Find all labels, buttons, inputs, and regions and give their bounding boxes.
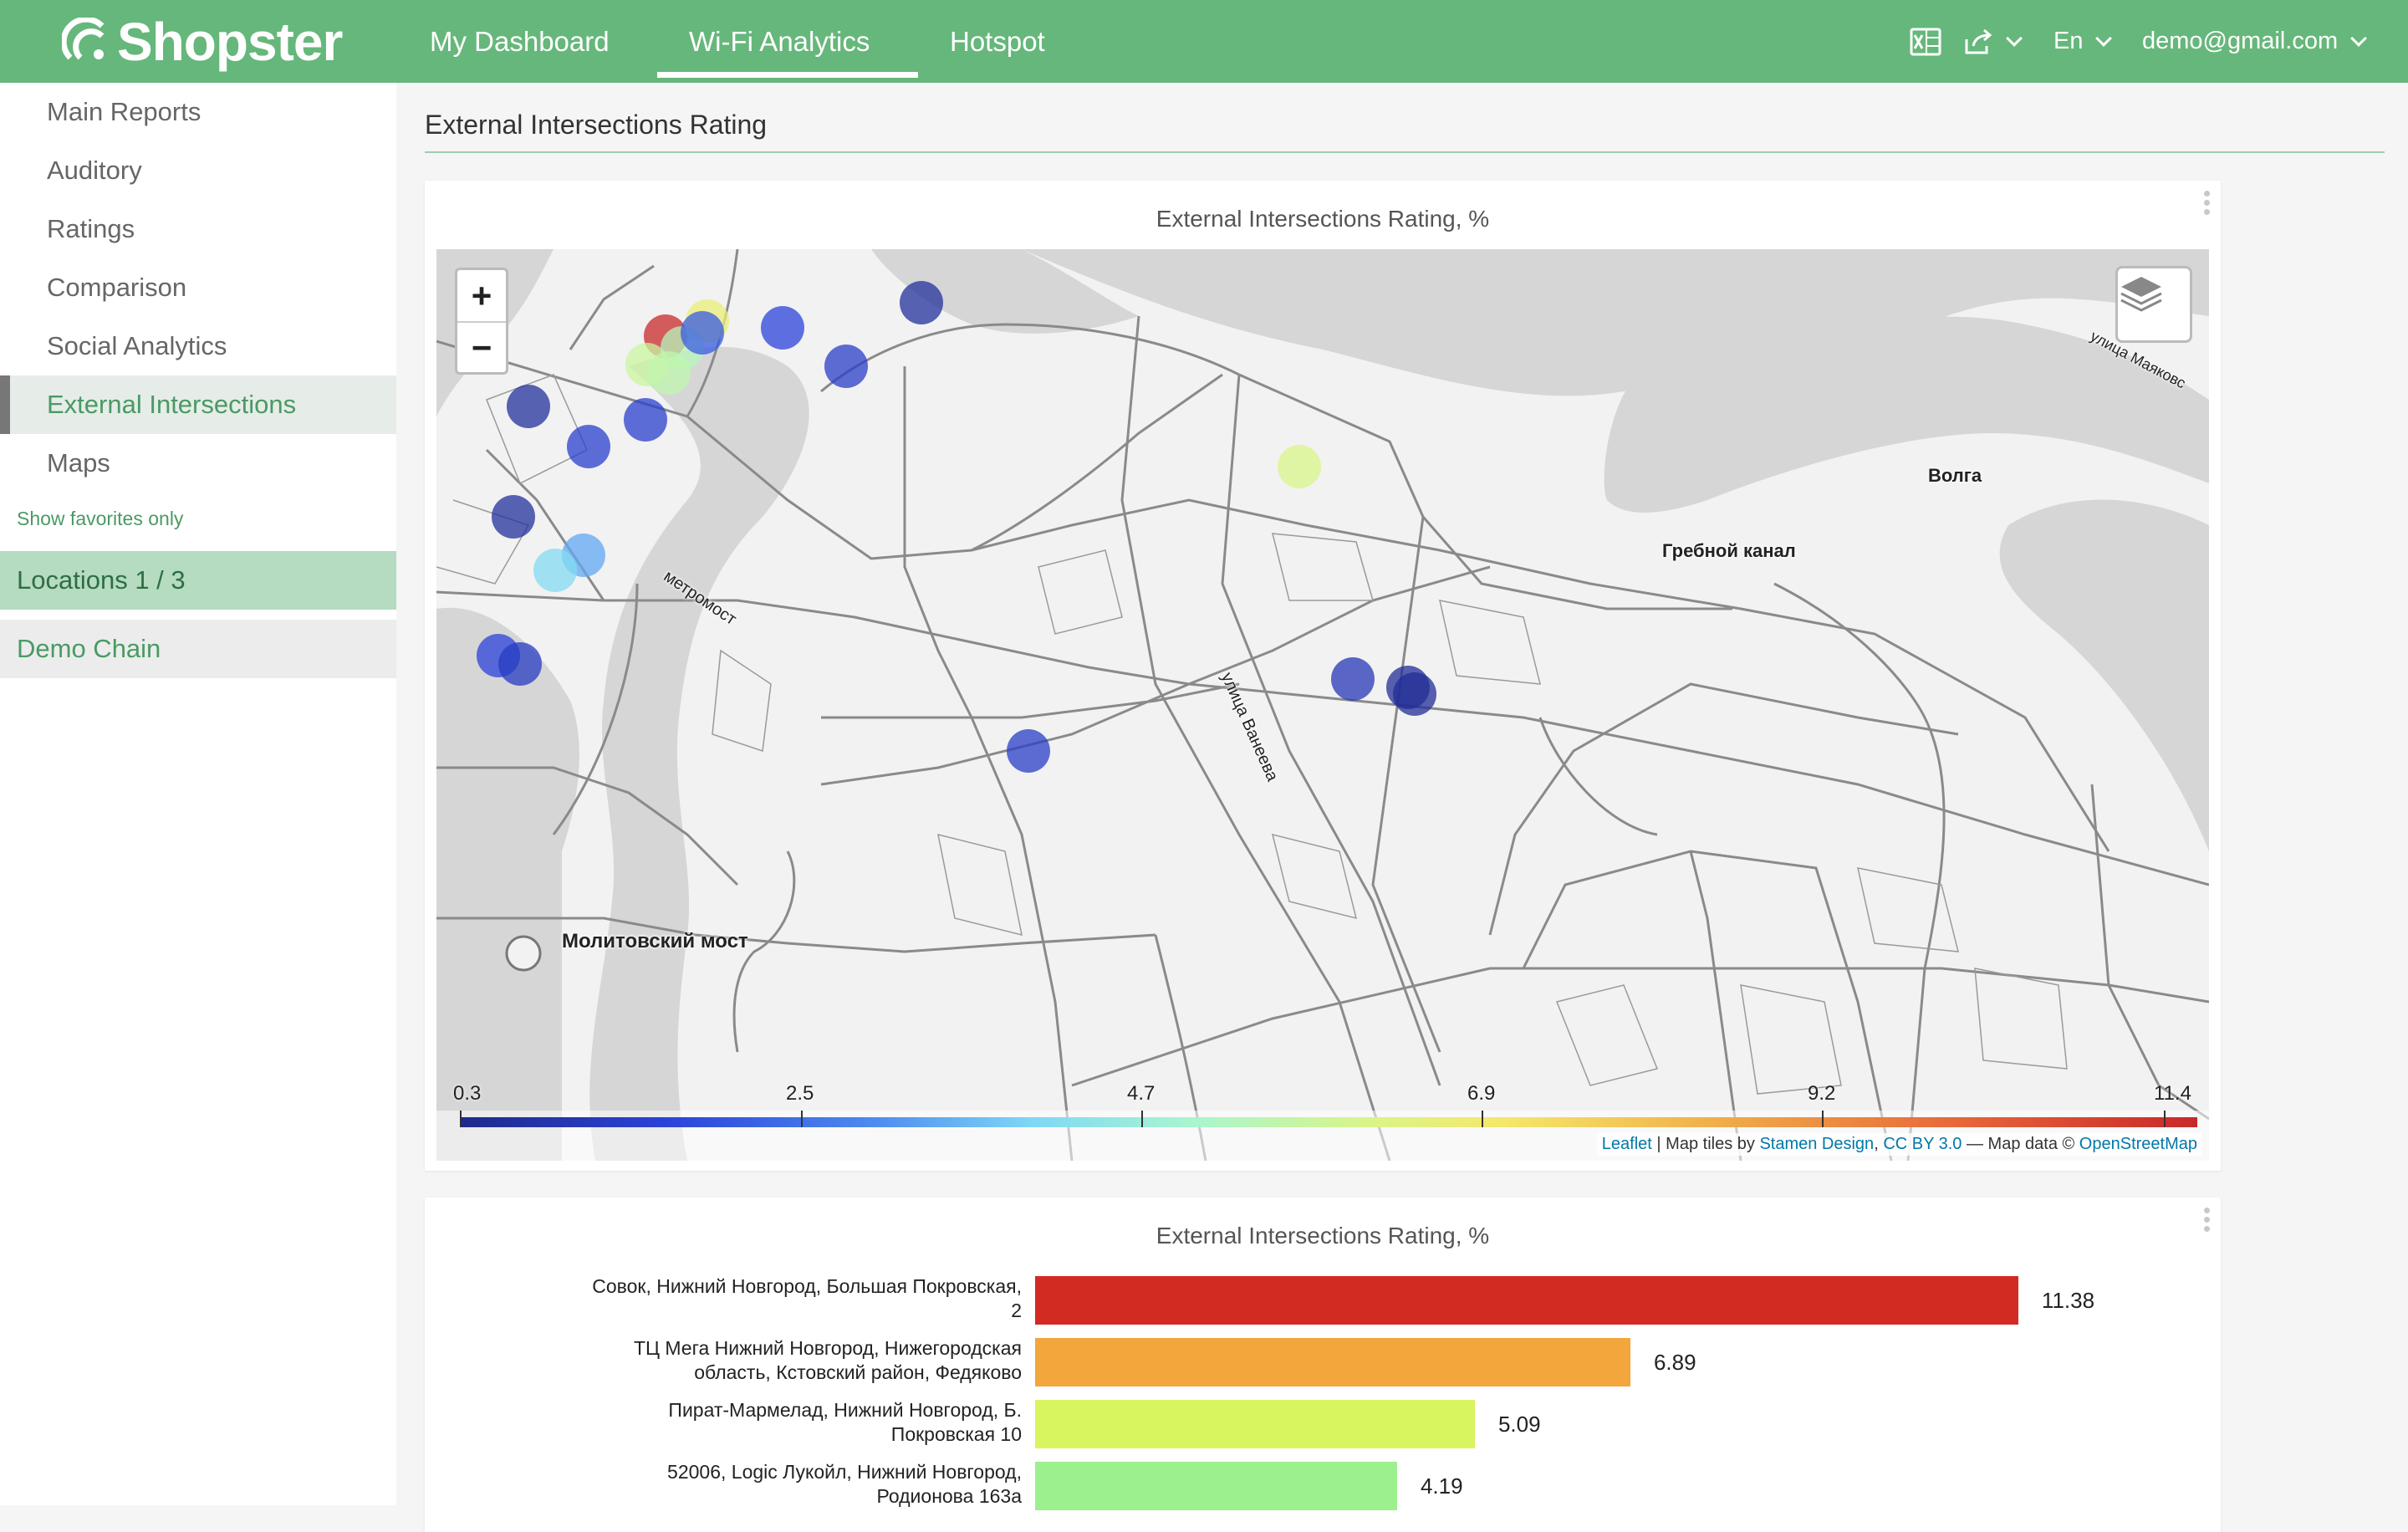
bar[interactable] bbox=[1035, 1462, 1397, 1510]
chain-selector[interactable]: Demo Chain bbox=[0, 620, 396, 678]
rating-point-marker[interactable] bbox=[624, 398, 667, 442]
title-divider bbox=[425, 151, 2385, 153]
bar[interactable] bbox=[1035, 1338, 1630, 1386]
sidebar: Main Reports Auditory Ratings Comparison… bbox=[0, 83, 396, 1505]
language-label: En bbox=[2053, 28, 2084, 54]
rating-points-layer bbox=[477, 281, 1436, 773]
rating-point-marker[interactable] bbox=[1331, 657, 1375, 701]
map-label-grebnoy: Гребной канал bbox=[1662, 540, 1796, 561]
active-nav-indicator bbox=[657, 72, 918, 78]
user-email: demo@gmail.com bbox=[2142, 28, 2339, 54]
rating-point-marker[interactable] bbox=[567, 425, 610, 468]
bar-value-label: 5.09 bbox=[1497, 1412, 1541, 1437]
rating-point-marker[interactable] bbox=[681, 311, 724, 355]
colorbar-tick bbox=[2164, 1111, 2166, 1127]
user-menu[interactable]: demo@gmail.com bbox=[2142, 0, 2368, 83]
colorbar-tick bbox=[1141, 1111, 1143, 1127]
rating-point-marker[interactable] bbox=[533, 549, 577, 592]
wifi-logo-icon bbox=[60, 16, 110, 66]
page-title: External Intersections Rating bbox=[425, 110, 768, 140]
bar-category-label: Совок, Нижний Новгород, Большая Покровск… bbox=[592, 1275, 1022, 1321]
rating-point-marker[interactable] bbox=[1393, 672, 1436, 716]
stamen-link[interactable]: Stamen Design bbox=[1759, 1135, 1874, 1153]
rating-point-marker[interactable] bbox=[1278, 445, 1321, 488]
show-favorites-link[interactable]: Show favorites only bbox=[17, 508, 183, 530]
chevron-down-icon bbox=[2006, 29, 2023, 47]
sidebar-item-external-intersections[interactable]: External Intersections bbox=[0, 375, 396, 434]
bar-category-label: 52006, Logic Лукойл, Нижний Новгород, Род… bbox=[667, 1461, 1022, 1507]
map-view[interactable]: + − Волга Гребной канал метромост Молито… bbox=[436, 249, 2209, 1161]
chevron-down-icon bbox=[2350, 29, 2368, 47]
colorbar-label: 4.7 bbox=[1127, 1082, 1156, 1105]
rating-point-marker[interactable] bbox=[1007, 729, 1050, 773]
color-scale-bar bbox=[460, 1117, 2197, 1127]
colorbar-tick bbox=[1482, 1111, 1483, 1127]
sidebar-item-auditory[interactable]: Auditory bbox=[0, 141, 396, 200]
rating-point-marker[interactable] bbox=[507, 385, 550, 428]
osm-link[interactable]: OpenStreetMap bbox=[2079, 1135, 2197, 1153]
colorbar-label: 0.3 bbox=[453, 1082, 482, 1105]
bar[interactable] bbox=[1035, 1276, 2018, 1325]
colorbar-label: 6.9 bbox=[1467, 1082, 1496, 1105]
colorbar-label: 2.5 bbox=[786, 1082, 814, 1105]
sidebar-item-maps[interactable]: Maps bbox=[0, 434, 396, 493]
rating-point-marker[interactable] bbox=[498, 642, 542, 686]
rating-point-marker[interactable] bbox=[900, 281, 943, 324]
nav-wifi-analytics[interactable]: Wi-Fi Analytics bbox=[689, 0, 870, 83]
nav-my-dashboard[interactable]: My Dashboard bbox=[430, 0, 610, 83]
map-card: External Intersections Rating, % + − Вол… bbox=[425, 181, 2221, 1171]
colorbar-label: 9.2 bbox=[1808, 1082, 1836, 1105]
colorbar-tick bbox=[460, 1111, 462, 1127]
attribution-text: , bbox=[1874, 1135, 1884, 1153]
zoom-out-button[interactable]: − bbox=[457, 321, 506, 372]
bar-value-label: 11.38 bbox=[2041, 1288, 2095, 1313]
sidebar-item-comparison[interactable]: Comparison bbox=[0, 258, 396, 317]
bar-chart-title: External Intersections Rating, % bbox=[1156, 1223, 1490, 1249]
leaflet-link[interactable]: Leaflet bbox=[1602, 1135, 1652, 1153]
top-navbar: Shopster My Dashboard Wi-Fi Analytics Ho… bbox=[0, 0, 2408, 83]
map-attribution: Leaflet | Map tiles by Stamen Design, CC… bbox=[1596, 1133, 2202, 1156]
colorbar-label: 11.4 bbox=[2154, 1082, 2191, 1105]
colorbar-tick bbox=[1822, 1111, 1824, 1127]
layers-icon[interactable] bbox=[2115, 266, 2192, 343]
bar-value-label: 4.19 bbox=[1420, 1473, 1463, 1499]
sidebar-item-social-analytics[interactable]: Social Analytics bbox=[0, 317, 396, 375]
map-label-volga: Волга bbox=[1928, 465, 1982, 486]
locations-selector[interactable]: Locations 1 / 3 bbox=[0, 551, 396, 610]
share-icon[interactable] bbox=[1963, 0, 2023, 83]
rating-point-marker[interactable] bbox=[647, 351, 691, 395]
sidebar-item-main-reports[interactable]: Main Reports bbox=[0, 83, 396, 141]
colorbar-tick bbox=[801, 1111, 803, 1127]
more-options-icon[interactable] bbox=[2204, 1208, 2211, 1236]
map-card-title: External Intersections Rating, % bbox=[1156, 206, 1490, 232]
logo[interactable]: Shopster bbox=[60, 12, 343, 72]
zoom-control: + − bbox=[455, 268, 508, 375]
zoom-in-button[interactable]: + bbox=[457, 270, 506, 321]
ccby-link[interactable]: CC BY 3.0 bbox=[1883, 1135, 1962, 1153]
sidebar-item-ratings[interactable]: Ratings bbox=[0, 200, 396, 258]
bar-chart-card: External Intersections Rating, % Совок, … bbox=[425, 1198, 2221, 1532]
rating-point-marker[interactable] bbox=[824, 345, 868, 388]
map-label-molitovsky: Молитовский мост bbox=[562, 930, 748, 952]
nav-hotspot[interactable]: Hotspot bbox=[950, 0, 1045, 83]
bar[interactable] bbox=[1035, 1400, 1475, 1448]
attribution-text: — Map data © bbox=[1962, 1135, 2079, 1153]
bar-category-label: Пират-Мармелад, Нижний Новгород, Б. Покро… bbox=[668, 1399, 1022, 1445]
more-options-icon[interactable] bbox=[2204, 191, 2211, 219]
bar-value-label: 6.89 bbox=[1653, 1350, 1696, 1375]
language-selector[interactable]: En bbox=[2053, 0, 2113, 83]
attribution-text: | Map tiles by bbox=[1651, 1135, 1760, 1153]
rating-point-marker[interactable] bbox=[492, 495, 535, 539]
bar-category-label: ТЦ Мега Нижний Новгород, Нижегородская об… bbox=[633, 1337, 1022, 1383]
excel-export-icon[interactable] bbox=[1910, 0, 1941, 83]
chevron-down-icon bbox=[2095, 29, 2113, 47]
logo-text: Shopster bbox=[117, 12, 343, 72]
rating-point-marker[interactable] bbox=[761, 306, 804, 350]
